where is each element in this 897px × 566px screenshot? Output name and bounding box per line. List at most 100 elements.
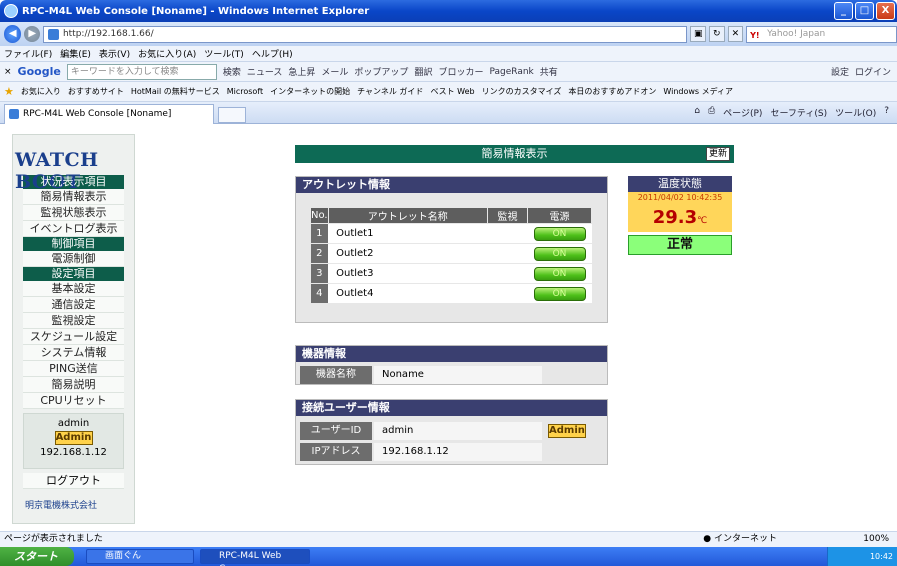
user-info-panel: 接続ユーザー情報 ユーザーID admin Admin IPアドレス 192.1… [295,399,608,465]
sidebar-section-settings: 設定項目 [23,267,124,281]
table-row: 3 Outlet3 ON [310,263,592,284]
google-settings-button[interactable]: 設定 [831,65,849,78]
favorite-link[interactable]: Microsoft [227,87,263,96]
google-trend-button[interactable]: 急上昇 [288,65,315,78]
google-news-button[interactable]: ニュース [247,65,283,78]
sidebar-item-power-control[interactable]: 電源制御 [23,251,124,267]
url-text: http://192.168.1.66/ [62,29,154,39]
sidebar-item-monitor-status[interactable]: 監視状態表示 [23,205,124,221]
url-field[interactable]: http://192.168.1.66/ [42,25,688,43]
power-on-button[interactable]: ON [533,286,586,301]
tab-bar: RPC-M4L Web Console [Noname] ⌂ ⎙ ページ(P) … [0,102,897,124]
temperature-header: 温度状態 [628,176,732,192]
favorite-link[interactable]: チャンネル ガイド [357,86,423,97]
menu-favorites[interactable]: お気に入り(A) [138,47,196,60]
column-header-monitor: 監視 [487,207,528,224]
google-popup-button[interactable]: ポップアップ [354,65,408,78]
sidebar-item-ping[interactable]: PING送信 [23,361,124,377]
google-login-button[interactable]: ログイン [855,65,891,78]
outlet-power-cell: ON [527,283,592,304]
sidebar-item-help[interactable]: 簡易説明 [23,377,124,393]
sidebar-item-comm-settings[interactable]: 通信設定 [23,297,124,313]
favorites-bar: ★ お気に入り おすすめサイト HotMail の無料サービス Microsof… [0,82,897,102]
back-button[interactable]: ◀ [4,25,22,43]
tab-rpc-console[interactable]: RPC-M4L Web Console [Noname] [4,104,214,124]
sidebar-section-control: 制御項目 [23,237,124,251]
outlet-panel: アウトレット情報 No. アウトレット名称 監視 電源 1 Outlet1 ON [295,176,608,323]
sidebar-user-name: admin [57,418,90,429]
logout-button[interactable]: ログアウト [23,473,124,489]
outlet-power-cell: ON [527,223,592,244]
start-button[interactable]: スタート [0,547,74,566]
favorite-link[interactable]: Windows メディア [663,86,733,97]
minimize-button[interactable]: _ [834,2,853,20]
menu-view[interactable]: 表示(V) [99,47,130,60]
refresh-button[interactable]: 更新 [706,147,730,161]
company-link[interactable]: 明京電機株式会社 [25,498,97,511]
home-icon[interactable]: ⌂ [694,106,700,119]
favorite-link[interactable]: ベスト Web [430,86,474,97]
menu-tools[interactable]: ツール(T) [204,47,244,60]
outlet-name: Outlet3 [328,263,488,284]
window-title-bar: RPC-M4L Web Console [Noname] - Windows I… [0,0,897,22]
window-controls: _ □ X [834,2,895,20]
new-tab-button[interactable] [218,107,246,123]
outlet-power-cell: ON [527,263,592,284]
sidebar-item-system-info[interactable]: システム情報 [23,345,124,361]
page-content: WATCH BOOT 状況表示項目 簡易情報表示 監視状態表示 イベントログ表示… [0,124,897,531]
sidebar-user-ip: 192.168.1.12 [40,447,107,458]
sidebar-item-event-log[interactable]: イベントログ表示 [23,221,124,237]
favorites-button[interactable]: お気に入り [21,86,61,97]
power-on-button[interactable]: ON [533,246,586,261]
outlet-number: 4 [310,283,329,304]
device-info-header: 機器情報 [296,346,607,362]
google-search-button[interactable]: 検索 [223,65,241,78]
user-id-row: ユーザーID admin Admin [300,422,600,440]
sidebar-item-cpu-reset[interactable]: CPUリセット [23,393,124,409]
outlet-number: 3 [310,263,329,284]
favorite-link[interactable]: リンクのカスタマイズ [482,86,562,97]
outlet-monitor [487,283,528,304]
temperature-status: 正常 [628,235,732,255]
power-on-button[interactable]: ON [533,266,586,281]
maximize-button[interactable]: □ [855,2,874,20]
print-icon[interactable]: ⎙ [708,106,715,119]
google-pagerank-button[interactable]: PageRank [489,67,533,77]
forward-button[interactable]: ▶ [24,26,40,42]
outlet-monitor [487,263,528,284]
sidebar-item-schedule-settings[interactable]: スケジュール設定 [23,329,124,345]
favorite-link[interactable]: インターネットの開始 [270,86,350,97]
search-field[interactable]: Yahoo! Japan [746,25,897,43]
google-share-button[interactable]: 共有 [540,65,558,78]
google-blocker-button[interactable]: ブロッカー [438,65,483,78]
google-mail-button[interactable]: メール [321,65,348,78]
command-tools[interactable]: ツール(O) [835,106,876,119]
menu-edit[interactable]: 編集(E) [60,47,91,60]
favorites-star-icon[interactable]: ★ [4,85,14,98]
favorite-link[interactable]: 本日のおすすめアドオン [568,86,656,97]
power-on-button[interactable]: ON [533,226,586,241]
google-logo: Google [17,65,61,78]
taskbar-item-screen[interactable]: 画面ぐん [86,549,194,564]
user-id-value: admin [374,422,542,440]
command-safety[interactable]: セーフティ(S) [770,106,827,119]
menu-help[interactable]: ヘルプ(H) [252,47,293,60]
help-icon[interactable]: ? [884,106,889,119]
command-bar: ⌂ ⎙ ページ(P) セーフティ(S) ツール(O) ? [694,106,889,119]
sidebar-item-monitor-settings[interactable]: 監視設定 [23,313,124,329]
zoom-level[interactable]: 100% [863,532,889,547]
stop-icon[interactable]: ✕ [727,26,744,42]
favorite-link[interactable]: おすすめサイト [68,86,124,97]
command-page[interactable]: ページ(P) [723,106,762,119]
close-button[interactable]: X [876,2,895,20]
outlet-monitor [487,243,528,264]
google-search-input[interactable]: キーワードを入力して検索 [66,63,217,80]
menu-file[interactable]: ファイル(F) [4,47,52,60]
google-translate-button[interactable]: 翻訳 [414,65,432,78]
compat-view-icon[interactable]: ▣ [690,26,706,42]
taskbar-item-ie[interactable]: RPC-M4L Web Cons... [200,549,310,566]
toolbar-close-icon[interactable]: × [4,67,12,77]
favorite-link[interactable]: HotMail の無料サービス [131,86,220,97]
refresh-icon[interactable]: ↻ [709,26,725,42]
sidebar-item-basic-settings[interactable]: 基本設定 [23,281,124,297]
